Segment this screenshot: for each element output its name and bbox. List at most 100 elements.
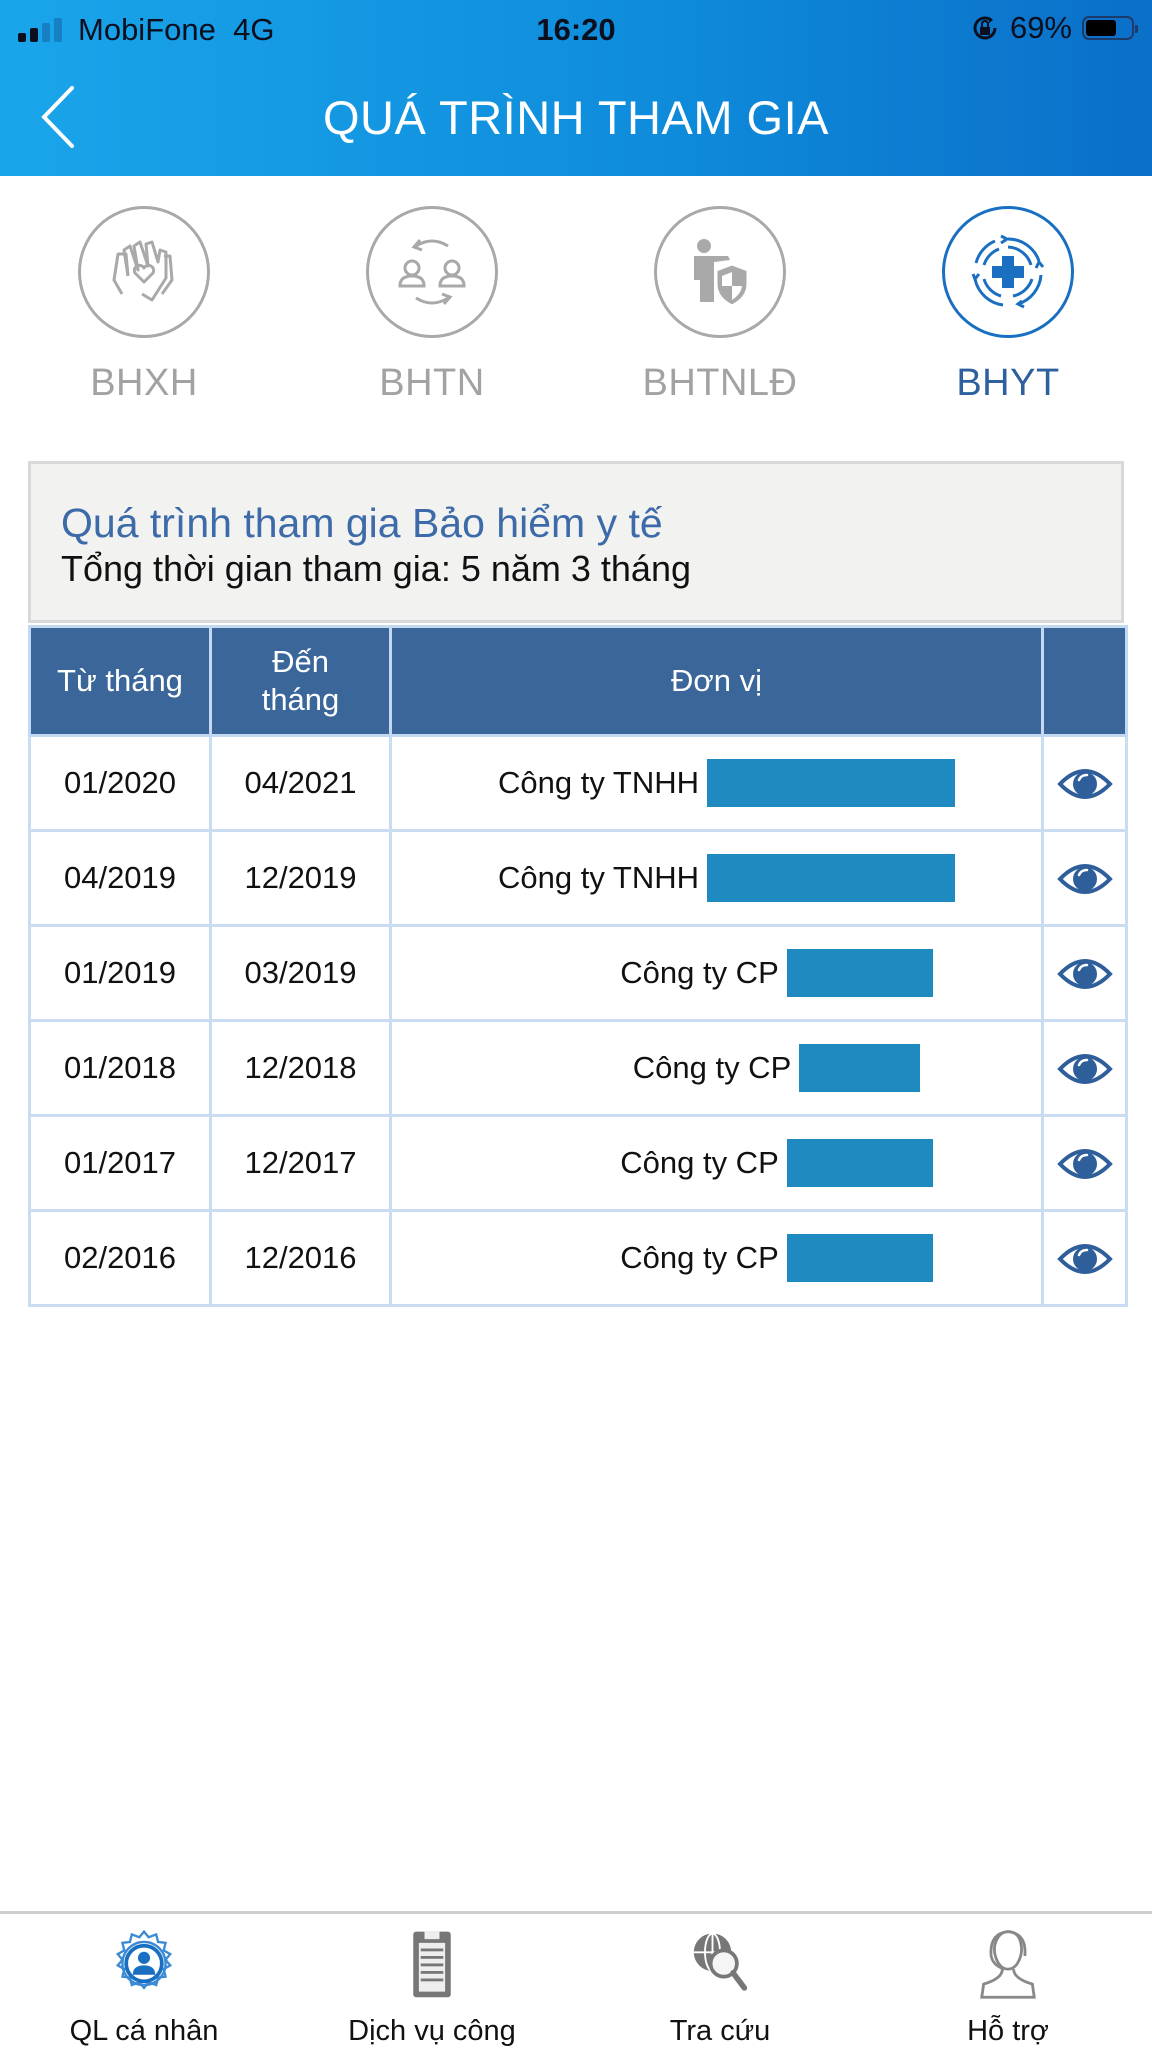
cell-to-month: 12/2018 — [209, 1019, 392, 1117]
eye-icon[interactable] — [1056, 1241, 1113, 1277]
cell-to-month: 12/2017 — [209, 1114, 392, 1212]
cell-to-month: 12/2016 — [209, 1209, 392, 1307]
unit-name: Công ty CP — [620, 1145, 779, 1180]
redaction-box — [786, 1139, 933, 1187]
table-header-row: Từ tháng Đến tháng Đơn vị — [28, 625, 1128, 737]
user-gear-icon — [115, 1929, 173, 1990]
orientation-lock-icon — [973, 16, 997, 40]
tab-label: BHYT — [956, 362, 1060, 404]
insurance-type-tabs: BHXH BHTN BHTNLĐ BHYT — [0, 200, 1152, 420]
header-from-month: Từ tháng — [28, 625, 212, 737]
summary-title: Quá trình tham gia Bảo hiểm y tế — [61, 500, 663, 546]
cell-from-month: 01/2018 — [28, 1019, 212, 1117]
cell-unit: Công ty TNHH — [389, 734, 1044, 832]
tab-bhxh[interactable]: BHXH — [0, 200, 288, 420]
eye-icon[interactable] — [1056, 1051, 1113, 1087]
eye-icon[interactable] — [1056, 766, 1113, 802]
nav-public-services[interactable]: Dịch vụ công — [288, 1914, 576, 2048]
battery-icon — [1082, 16, 1138, 40]
medical-cross-icon — [971, 234, 1045, 309]
summary-box: Quá trình tham gia Bảo hiểm y tế Tổng th… — [28, 461, 1124, 623]
bottom-nav: QL cá nhân Dịch vụ công Tra cứu Hỗ trợ — [0, 1914, 1152, 2048]
total-duration: Tổng thời gian tham gia: 5 năm 3 tháng — [61, 548, 691, 589]
unit-wrapper: Công ty CP — [392, 1044, 1041, 1092]
eye-icon[interactable] — [1056, 861, 1113, 897]
cell-unit: Công ty CP — [389, 1019, 1044, 1117]
unit-wrapper: Công ty TNHH — [392, 854, 1041, 902]
tab-label: BHTNLĐ — [642, 362, 798, 404]
redaction-box — [799, 1044, 921, 1092]
cell-action — [1041, 734, 1128, 832]
cell-to-month: 04/2021 — [209, 734, 392, 832]
unit-wrapper: Công ty TNHH — [392, 759, 1041, 807]
clipboard-icon — [413, 1931, 451, 1998]
cell-unit: Công ty CP — [389, 1114, 1044, 1212]
tab-bhtn[interactable]: BHTN — [288, 200, 576, 420]
people-exchange-icon — [398, 239, 466, 305]
nav-label: Tra cứu — [669, 2015, 771, 2047]
redaction-box — [786, 1234, 933, 1282]
table-row: 01/2018 12/2018 Công ty CP — [28, 1019, 1128, 1117]
tab-bhyt[interactable]: BHYT — [864, 200, 1152, 420]
nav-label: Hỗ trợ — [967, 2015, 1049, 2047]
cell-from-month: 01/2017 — [28, 1114, 212, 1212]
cell-from-month: 04/2019 — [28, 829, 212, 927]
tab-label: BHTN — [379, 362, 485, 404]
redaction-box — [707, 759, 955, 807]
cell-from-month: 01/2019 — [28, 924, 212, 1022]
table-row: 01/2020 04/2021 Công ty TNHH — [28, 734, 1128, 832]
cell-action — [1041, 924, 1128, 1022]
battery-percent: 69% — [1009, 10, 1072, 45]
cell-action — [1041, 829, 1128, 927]
unit-wrapper: Công ty CP — [392, 949, 1041, 997]
nav-personal[interactable]: QL cá nhân — [0, 1914, 288, 2048]
nav-label: Dịch vụ công — [348, 2015, 516, 2047]
redaction-box — [707, 854, 955, 902]
eye-icon[interactable] — [1056, 1146, 1113, 1182]
header-to-month: Đến tháng — [209, 625, 392, 737]
unit-name: Công ty CP — [620, 1240, 779, 1275]
battery-fill — [1086, 20, 1117, 36]
cell-unit: Công ty TNHH — [389, 829, 1044, 927]
tab-label: BHXH — [90, 362, 198, 404]
page-title: QUÁ TRÌNH THAM GIA — [322, 91, 830, 144]
cell-from-month: 01/2020 — [28, 734, 212, 832]
cell-action — [1041, 1209, 1128, 1307]
header-unit: Đơn vị — [389, 625, 1044, 737]
table-row: 04/2019 12/2019 Công ty TNHH — [28, 829, 1128, 927]
status-bar: MobiFone 4G 16:20 69% — [0, 0, 1152, 58]
unit-wrapper: Công ty CP — [392, 1234, 1041, 1282]
nav-support[interactable]: Hỗ trợ — [864, 1914, 1152, 2048]
worker-shield-icon — [694, 239, 750, 308]
table-row: 02/2016 12/2016 Công ty CP — [28, 1209, 1128, 1307]
nav-label: QL cá nhân — [69, 2015, 219, 2047]
participation-table: Từ tháng Đến tháng Đơn vị 01/2020 04/2021… — [28, 625, 1128, 1307]
eye-icon[interactable] — [1056, 956, 1113, 992]
header-to-line1: Đến — [272, 644, 329, 679]
unit-name: Công ty CP — [632, 1050, 792, 1085]
tab-icon-circle — [366, 206, 498, 338]
tab-bhtnld[interactable]: BHTNLĐ — [576, 200, 864, 420]
nav-lookup[interactable]: Tra cứu — [576, 1914, 864, 2048]
tab-icon-circle — [78, 206, 210, 338]
tab-icon-circle — [654, 206, 786, 338]
unit-name: Công ty CP — [620, 955, 779, 990]
unit-name: Công ty TNHH — [498, 860, 699, 895]
table-row: 01/2017 12/2017 Công ty CP — [28, 1114, 1128, 1212]
header-action — [1041, 625, 1128, 737]
unit-wrapper: Công ty CP — [392, 1139, 1041, 1187]
cell-unit: Công ty CP — [389, 1209, 1044, 1307]
app-header: MobiFone 4G 16:20 69% QUÁ TRÌNH THAM GIA — [0, 0, 1152, 176]
hands-heart-icon — [112, 240, 174, 302]
tab-icon-circle — [942, 206, 1074, 338]
header-to-line2: tháng — [261, 682, 340, 717]
status-right: 69% — [970, 10, 1138, 46]
globe-search-icon — [693, 1932, 748, 1991]
support-headset-icon — [980, 1930, 1036, 1999]
cell-unit: Công ty CP — [389, 924, 1044, 1022]
cell-to-month: 03/2019 — [209, 924, 392, 1022]
cell-action — [1041, 1114, 1128, 1212]
unit-name: Công ty TNHH — [498, 765, 699, 800]
cell-from-month: 02/2016 — [28, 1209, 212, 1307]
redaction-box — [786, 949, 933, 997]
